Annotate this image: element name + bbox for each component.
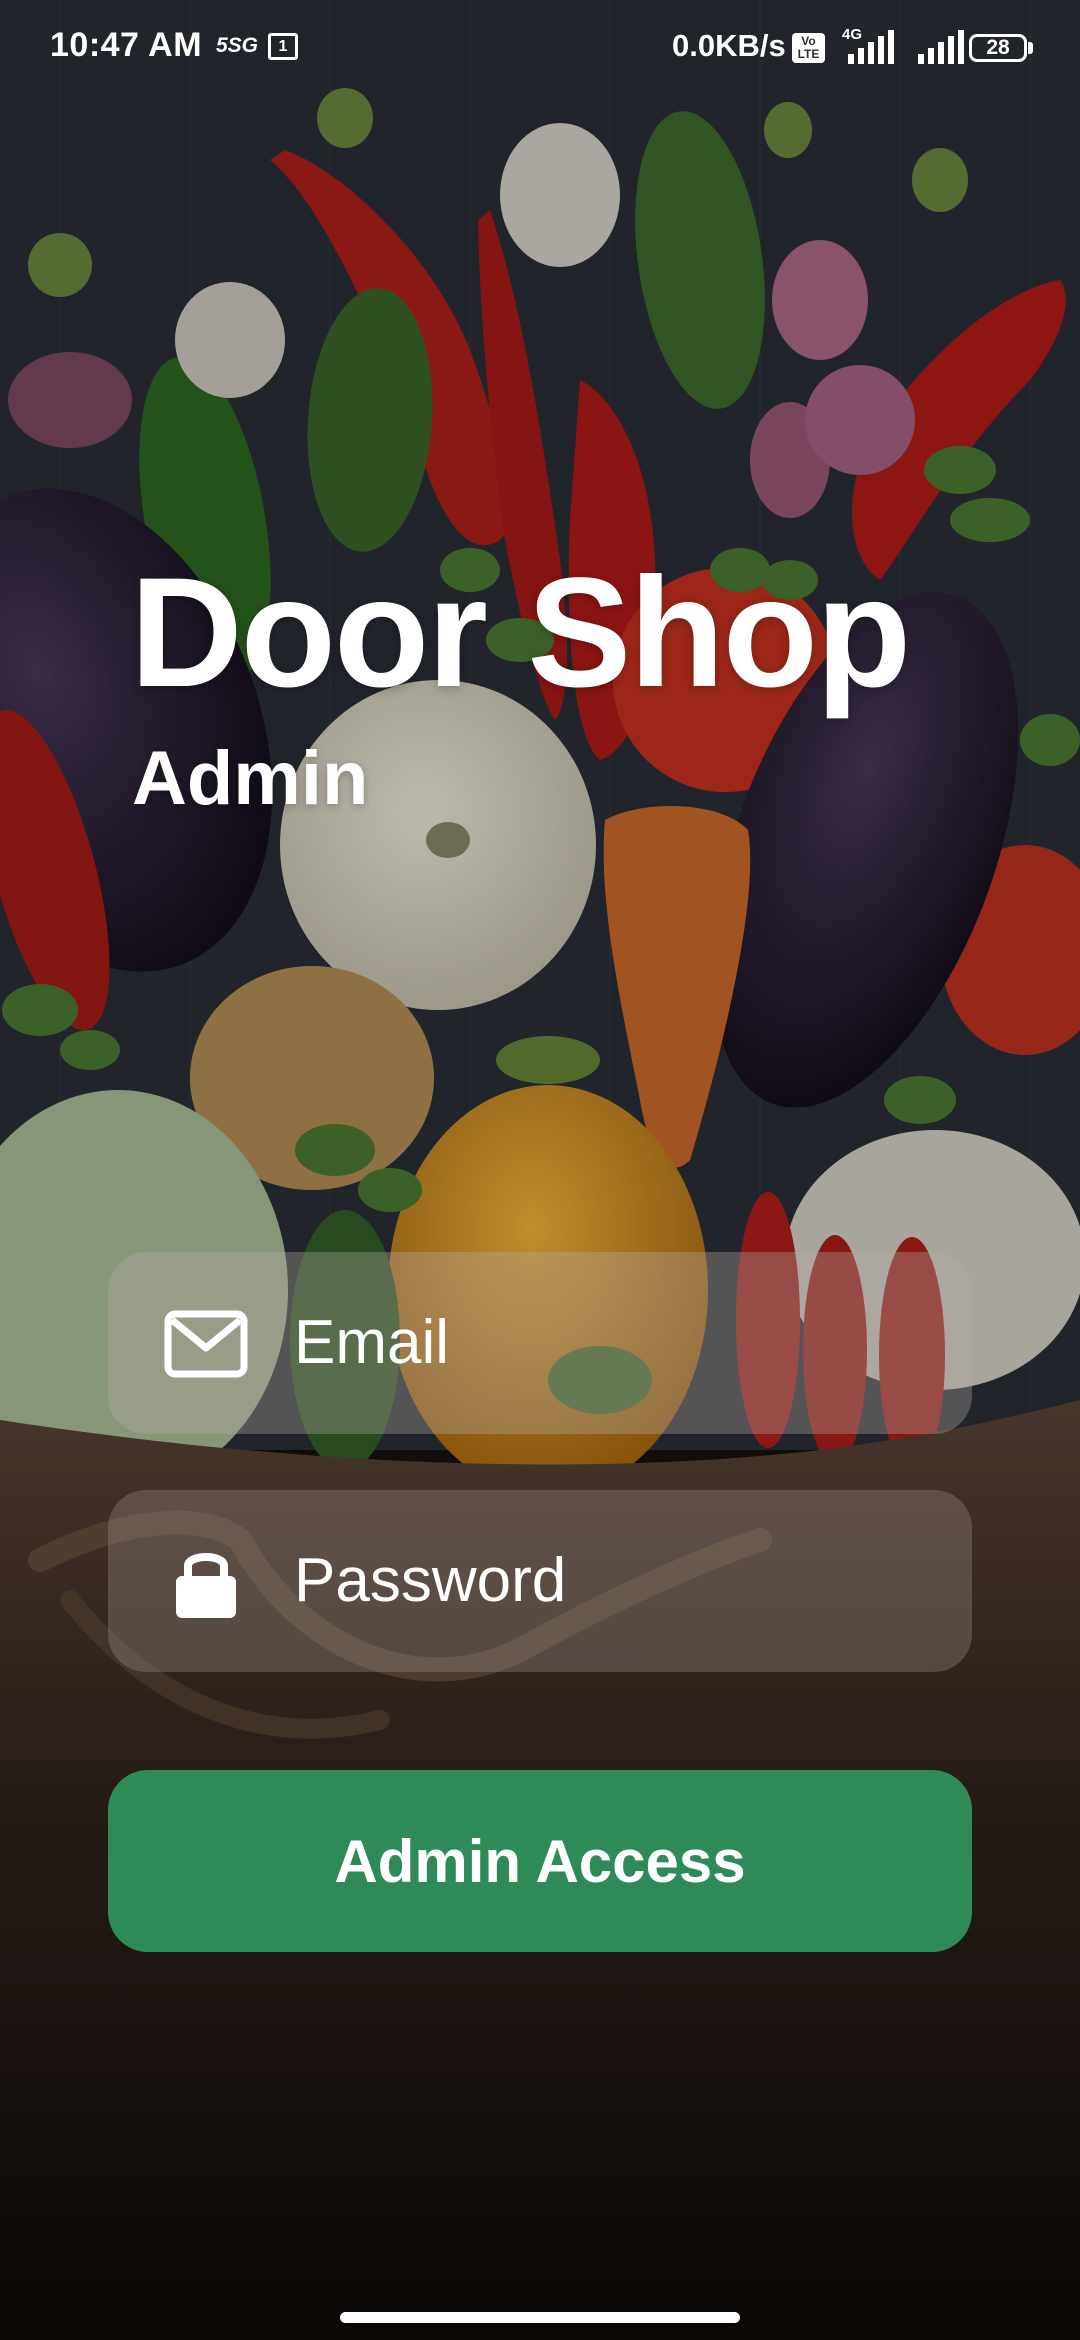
battery-tip [1028, 42, 1033, 54]
volte-icon: Vo LTE [792, 33, 825, 63]
email-input[interactable] [294, 1292, 914, 1392]
admin-access-button[interactable]: Admin Access [108, 1770, 972, 1952]
password-input[interactable] [294, 1530, 914, 1630]
brand-title: Door Shop [130, 546, 911, 720]
login-screen: 10:47 AM 5SG 1 0.0KB/s Vo LTE 4G 28 Door… [0, 0, 1080, 2340]
vegetables-background-image [0, 0, 1080, 2340]
envelope-icon [164, 1308, 248, 1380]
sim-icon: 1 [268, 33, 298, 60]
battery-level: 28 [986, 36, 1010, 59]
battery-icon: 28 [969, 34, 1027, 62]
network-badge: 5SG [216, 34, 259, 57]
signal-strength-icon [910, 30, 968, 64]
email-field[interactable] [108, 1252, 972, 1434]
home-indicator[interactable] [340, 2312, 740, 2323]
status-time: 10:47 AM [50, 26, 203, 64]
brand-subtitle: Admin [132, 736, 369, 821]
sim-number: 1 [278, 38, 288, 55]
lock-icon [164, 1546, 248, 1618]
signal-strength-icon [840, 30, 898, 64]
status-bar: 10:47 AM 5SG 1 0.0KB/s Vo LTE 4G 28 [0, 0, 1080, 96]
network-speed: 0.0KB/s [672, 28, 786, 63]
password-field[interactable] [108, 1490, 972, 1672]
